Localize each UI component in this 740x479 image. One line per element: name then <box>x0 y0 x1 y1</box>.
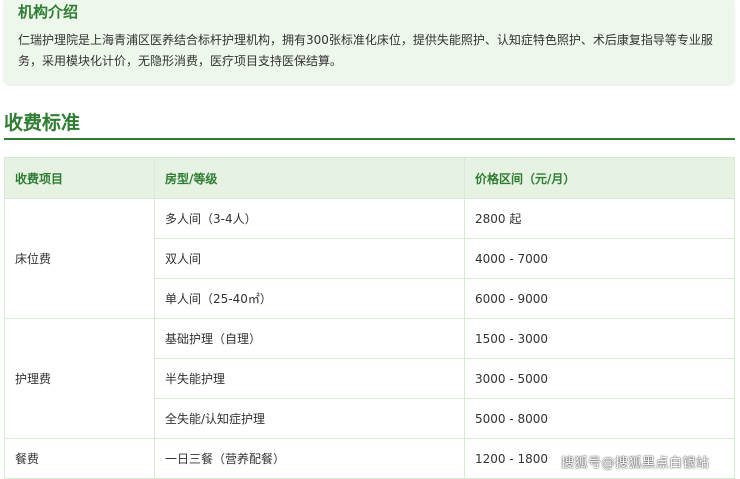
level-cell: 半失能护理 <box>154 358 465 399</box>
price-cell: 1500 - 3000 <box>464 318 735 359</box>
intro-text: 仁瑞护理院是上海青浦区医养结合标杆护理机构，拥有300张标准化床位，提供失能照护… <box>18 33 713 68</box>
table-row: 护理费 基础护理（自理） 1500 - 3000 <box>4 318 735 439</box>
table-header-row: 收费项目 房型/等级 价格区间（元/月） <box>4 157 735 199</box>
fees-section-title: 收费标准 <box>4 112 81 134</box>
category-cell: 餐费 <box>4 438 155 479</box>
price-cell: 6000 - 9000 <box>464 278 735 319</box>
level-cell: 单人间（25-40㎡） <box>154 278 465 319</box>
level-cell: 一日三餐（营养配餐） <box>154 438 465 479</box>
intro-title: 机构介绍 <box>18 3 79 21</box>
level-cell: 双人间 <box>154 238 465 279</box>
header-fee-item: 收费项目 <box>4 157 155 199</box>
section-divider <box>4 138 735 140</box>
price-cell: 4000 - 7000 <box>464 238 735 279</box>
header-room-level: 房型/等级 <box>154 157 465 199</box>
header-price-range: 价格区间（元/月） <box>464 157 735 199</box>
intro-card: 机构介绍 仁瑞护理院是上海青浦区医养结合标杆护理机构，拥有300张标准化床位，提… <box>4 0 734 84</box>
table-row: 床位费 多人间（3-4人） 2800 起 <box>4 198 735 319</box>
price-cell: 2800 起 <box>464 198 735 239</box>
fee-table: 收费项目 房型/等级 价格区间（元/月） 床位费 多人间（3-4人） 2800 … <box>4 157 735 479</box>
category-cell: 床位费 <box>4 198 155 319</box>
price-cell: 3000 - 5000 <box>464 358 735 399</box>
level-cell: 基础护理（自理） <box>154 318 465 359</box>
level-cell: 全失能/认知症护理 <box>154 398 465 439</box>
level-cell: 多人间（3-4人） <box>154 198 465 239</box>
price-cell: 5000 - 8000 <box>464 398 735 439</box>
watermark: 搜狐号@搜狐黑点白银站 <box>561 456 710 471</box>
category-cell: 护理费 <box>4 318 155 439</box>
